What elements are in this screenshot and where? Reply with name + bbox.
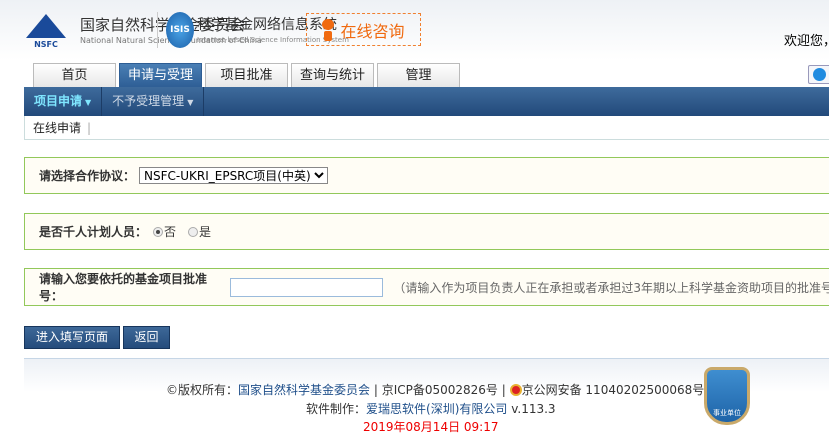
agreement-select[interactable]: NSFC-UKRI_EPSRC项目(中英)	[139, 167, 329, 184]
radio-yes[interactable]: 是	[188, 223, 211, 240]
maker-link[interactable]: 爱瑞思软件(深圳)有限公司	[366, 402, 507, 416]
talent-panel: 是否千人计划人员： 否 是	[24, 213, 829, 250]
person-chat-icon	[322, 18, 335, 41]
main-tabs: 首页 申请与受理 项目批准 查询与统计 管理	[33, 63, 460, 88]
consult-label: 在线咨询	[340, 21, 405, 41]
sub-navbar: 项目申请 ▼ 不予受理管理 ▼	[24, 87, 829, 116]
tab-approval[interactable]: 项目批准	[205, 63, 288, 88]
maker-line: 软件制作：爱瑞思软件(深圳)有限公司 v.113.3	[306, 402, 556, 416]
agreement-panel: 请选择合作协议： NSFC-UKRI_EPSRC项目(中英)	[24, 157, 829, 194]
tab-home[interactable]: 首页	[33, 63, 116, 88]
arrow-right-icon[interactable]	[808, 65, 829, 84]
police-badge-icon	[509, 384, 522, 396]
grant-hint: （请输入作为项目负责人正在承担或者承担过3年期以上科学基金资助项目的批准号	[393, 280, 829, 295]
grant-number-input[interactable]	[230, 277, 384, 297]
breadcrumb: 在线申请 |	[24, 116, 829, 140]
tab-query[interactable]: 查询与统计	[291, 63, 374, 88]
header: NSFC 国家自然科学基金委员会 National Natural Scienc…	[0, 0, 829, 60]
nav-reject-manage[interactable]: 不予受理管理 ▼	[102, 87, 205, 116]
svg-text:NSFC: NSFC	[34, 40, 58, 48]
welcome-text: 欢迎您，	[784, 34, 829, 49]
nav-project-apply[interactable]: 项目申请 ▼	[24, 87, 103, 116]
footer: ©版权所有：国家自然科学基金委员会 | 京ICP备05002826号 | 京公网…	[24, 358, 829, 441]
caret-down-icon: ▼	[85, 98, 92, 107]
grant-label: 请输入您要依托的基金项目批准号：	[39, 272, 208, 303]
org-link[interactable]: 国家自然科学基金委员会	[238, 383, 370, 397]
datetime: 2019年08月14日 09:17	[363, 420, 499, 434]
copyright-line: ©版权所有：国家自然科学基金委员会 | 京ICP备05002826号 | 京公网…	[166, 383, 705, 397]
isis-logo: ISIS	[166, 12, 194, 48]
grant-panel: 请输入您要依托的基金项目批准号： （请输入作为项目负责人正在承担或者承担过3年期…	[24, 268, 829, 306]
online-consult-button[interactable]: 在线咨询	[306, 13, 421, 46]
caret-down-icon: ▼	[187, 98, 194, 107]
tab-apply[interactable]: 申请与受理	[119, 63, 202, 88]
institution-shield-icon[interactable]: 事业单位	[704, 367, 750, 425]
agreement-label: 请选择合作协议：	[39, 169, 136, 183]
enter-form-button[interactable]: 进入填写页面	[24, 326, 120, 349]
subnav-online-apply[interactable]: 在线申请	[33, 119, 81, 136]
back-button[interactable]: 返回	[123, 326, 170, 349]
radio-no[interactable]: 否	[153, 223, 176, 240]
tab-manage[interactable]: 管理	[377, 63, 460, 88]
talent-label: 是否千人计划人员：	[39, 225, 148, 239]
nsfc-logo: NSFC	[26, 14, 66, 48]
divider	[157, 12, 158, 48]
